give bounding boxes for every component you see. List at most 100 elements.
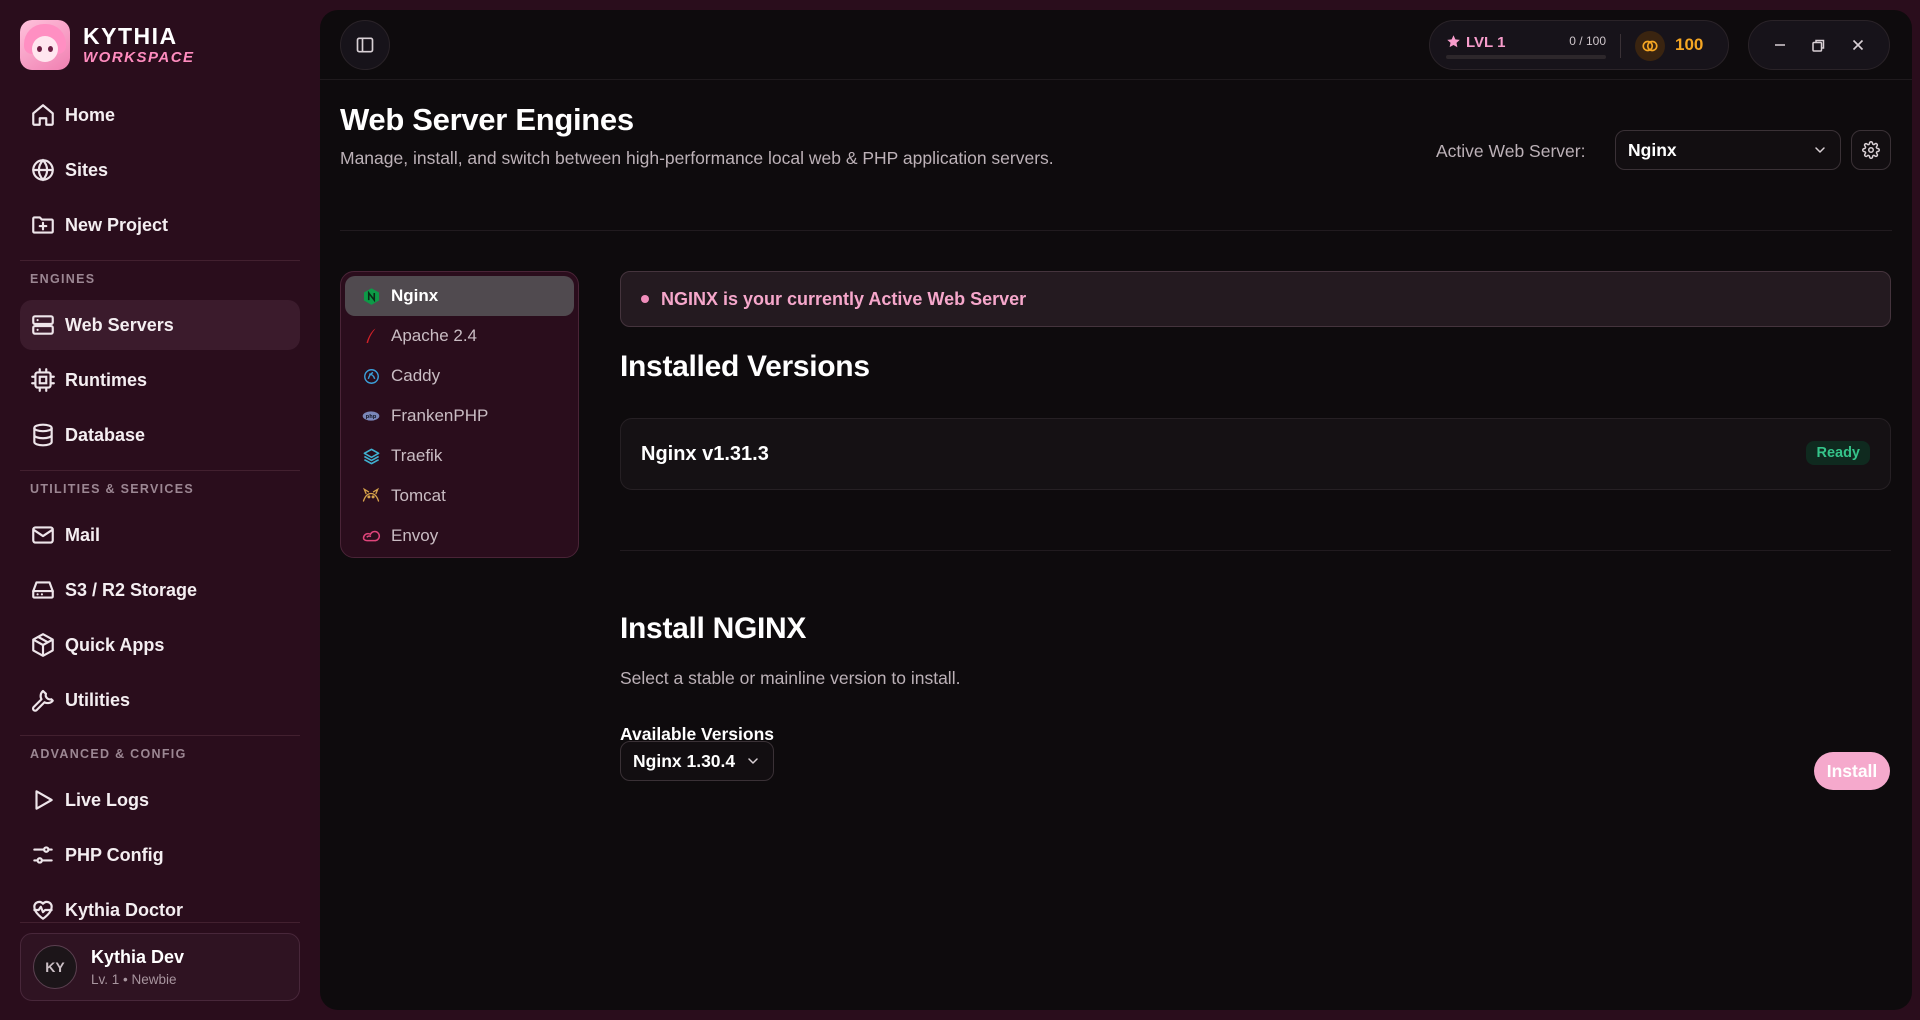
user-card[interactable]: KY Kythia Dev Lv. 1 • Newbie xyxy=(20,933,300,1001)
svg-text:php: php xyxy=(366,414,377,420)
sidebar-item-php-config[interactable]: PHP Config xyxy=(20,830,300,880)
mail-icon xyxy=(30,522,56,548)
xp-pill[interactable]: LVL 1 0 / 100 100 xyxy=(1429,20,1729,70)
sidebar-item-web-servers[interactable]: Web Servers xyxy=(20,300,300,350)
engine-label: Caddy xyxy=(391,366,441,385)
nav-divider xyxy=(20,735,300,736)
coin-icon xyxy=(1635,31,1665,61)
sidebar-item-runtimes[interactable]: Runtimes xyxy=(20,355,300,405)
sidebar-item-label: Quick Apps xyxy=(65,634,165,655)
page-subtitle: Manage, install, and switch between high… xyxy=(340,148,1054,168)
version-select[interactable]: Nginx 1.30.4 xyxy=(620,741,774,781)
folder-plus-icon xyxy=(30,212,56,238)
engine-label: Traefik xyxy=(391,446,443,465)
xp-count: 0 / 100 xyxy=(1569,34,1606,48)
user-level: Lv. 1 • Newbie xyxy=(91,972,177,987)
envoy-icon xyxy=(361,526,381,546)
sidebar-item-label: Web Servers xyxy=(65,314,174,335)
status-dot xyxy=(641,295,649,303)
php-icon: php xyxy=(361,406,381,426)
hard-drive-icon xyxy=(30,577,56,603)
gear-icon xyxy=(1862,141,1880,159)
nav-section-advanced: ADVANCED & CONFIG xyxy=(30,747,187,761)
nav-divider xyxy=(20,922,300,923)
sidebar-item-mail[interactable]: Mail xyxy=(20,510,300,560)
wrench-icon xyxy=(30,687,56,713)
engine-item-tomcat[interactable]: Tomcat xyxy=(345,476,574,516)
sidebar-item-home[interactable]: Home xyxy=(20,90,300,140)
sidebar-item-storage[interactable]: S3 / R2 Storage xyxy=(20,565,300,615)
sidebar-item-label: New Project xyxy=(65,214,169,235)
restore-icon[interactable] xyxy=(1807,33,1831,57)
header-divider xyxy=(340,230,1892,231)
sidebar-item-quick-apps[interactable]: Quick Apps xyxy=(20,620,300,670)
sidebar-item-label: Home xyxy=(65,104,116,125)
brand-logo xyxy=(20,20,70,70)
active-server-notice: NGINX is your currently Active Web Serve… xyxy=(620,271,1891,327)
engine-label: Apache 2.4 xyxy=(391,326,478,345)
nav-divider xyxy=(20,470,300,471)
version-select-value: Nginx 1.30.4 xyxy=(633,750,736,771)
install-title: Install NGINX xyxy=(620,612,807,645)
minimize-icon[interactable] xyxy=(1768,33,1792,57)
heart-pulse-icon xyxy=(30,897,56,923)
install-button[interactable]: Install xyxy=(1814,752,1890,790)
brand-subtitle: WORKSPACE xyxy=(83,49,195,66)
nav-section-engines: ENGINES xyxy=(30,272,96,286)
sidebar-item-label: Mail xyxy=(65,524,101,545)
engine-label: Tomcat xyxy=(391,486,446,505)
active-server-label: Active Web Server: xyxy=(1436,141,1586,161)
engine-item-frankenphp[interactable]: php FrankenPHP xyxy=(345,396,574,436)
notice-text: NGINX is your currently Active Web Serve… xyxy=(661,288,1027,309)
installed-version-name: Nginx v1.31.3 xyxy=(641,442,769,465)
sidebar-item-new-project[interactable]: New Project xyxy=(20,200,300,250)
nav-divider xyxy=(20,260,300,261)
sidebar-item-sites[interactable]: Sites xyxy=(20,145,300,195)
topbar: LVL 1 0 / 100 100 xyxy=(320,10,1912,80)
status-badge: Ready xyxy=(1806,441,1870,465)
chevron-down-icon xyxy=(745,753,761,769)
sidebar-item-label: Utilities xyxy=(65,689,131,710)
install-subtitle: Select a stable or mainline version to i… xyxy=(620,668,961,688)
engine-item-apache[interactable]: Apache 2.4 xyxy=(345,316,574,356)
engine-label: Envoy xyxy=(391,526,439,545)
sidebar-toggle-button[interactable] xyxy=(340,20,390,70)
sidebar-item-label: S3 / R2 Storage xyxy=(65,579,198,600)
installed-version-card[interactable]: Nginx v1.31.3 Ready xyxy=(620,418,1891,490)
active-server-value: Nginx xyxy=(1628,139,1677,160)
engine-item-envoy[interactable]: Envoy xyxy=(345,516,574,556)
close-icon[interactable] xyxy=(1846,33,1870,57)
level-label: LVL 1 xyxy=(1466,34,1506,51)
caddy-icon xyxy=(361,366,381,386)
play-icon xyxy=(30,787,56,813)
engine-label: Nginx xyxy=(391,286,439,305)
sidebar: KYTHIA WORKSPACE Home Sites New Project … xyxy=(0,0,318,1020)
sidebar-item-kythia-doctor[interactable]: Kythia Doctor xyxy=(20,885,300,935)
nav-section-utilities: UTILITIES & SERVICES xyxy=(30,482,194,496)
tomcat-icon xyxy=(361,486,381,506)
active-server-select[interactable]: Nginx xyxy=(1615,130,1841,170)
sidebar-item-label: Live Logs xyxy=(65,789,150,810)
settings-button[interactable] xyxy=(1851,130,1891,170)
sidebar-item-live-logs[interactable]: Live Logs xyxy=(20,775,300,825)
sidebar-item-label: Kythia Doctor xyxy=(65,899,184,920)
avatar: KY xyxy=(33,945,77,989)
engine-label: FrankenPHP xyxy=(391,406,489,425)
sidebar-item-label: Sites xyxy=(65,159,109,180)
sidebar-panel-icon xyxy=(355,35,375,55)
engine-item-traefik[interactable]: Traefik xyxy=(345,436,574,476)
engine-list: Nginx Apache 2.4 Caddy php FrankenPHP Tr… xyxy=(340,271,579,558)
main-panel: LVL 1 0 / 100 100 Web Server Engines Man… xyxy=(320,10,1912,1010)
engine-item-caddy[interactable]: Caddy xyxy=(345,356,574,396)
server-icon xyxy=(30,312,56,338)
cpu-icon xyxy=(30,367,56,393)
user-name: Kythia Dev xyxy=(91,947,185,967)
sidebar-item-database[interactable]: Database xyxy=(20,410,300,460)
nginx-icon xyxy=(361,286,381,306)
brand[interactable]: KYTHIA WORKSPACE xyxy=(20,20,195,70)
sliders-icon xyxy=(30,842,56,868)
sidebar-item-utilities[interactable]: Utilities xyxy=(20,675,300,725)
database-icon xyxy=(30,422,56,448)
page-title: Web Server Engines xyxy=(340,102,634,137)
engine-item-nginx[interactable]: Nginx xyxy=(345,276,574,316)
